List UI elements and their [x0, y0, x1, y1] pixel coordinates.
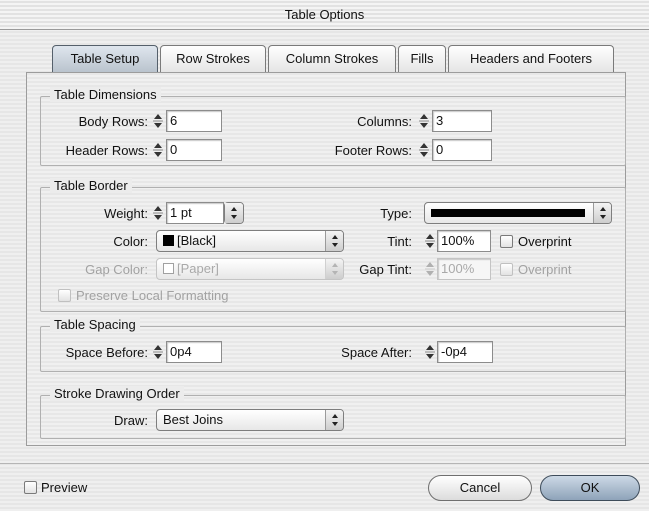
footer-rows-label: Footer Rows: — [334, 143, 412, 158]
tab-column-strokes[interactable]: Column Strokes — [268, 45, 396, 73]
gap-tint-label: Gap Tint: — [359, 262, 412, 277]
gap-color-label: Gap Color: — [85, 262, 148, 277]
dropdown-arrow-icon — [325, 410, 343, 430]
header-rows-label: Header Rows: — [65, 143, 148, 158]
color-dropdown[interactable]: [Black] — [156, 230, 344, 252]
table-dimensions-legend: Table Dimensions — [50, 87, 161, 102]
space-after-stepper[interactable] — [424, 342, 436, 362]
ok-button[interactable]: OK — [540, 475, 640, 501]
weight-dropdown[interactable] — [224, 202, 244, 224]
weight-stepper[interactable] — [152, 203, 164, 223]
weight-field[interactable]: 1 pt — [166, 202, 224, 224]
body-rows-label: Body Rows: — [78, 114, 148, 129]
weight-label: Weight: — [104, 206, 148, 221]
stepper-arrows-icon — [153, 114, 163, 128]
stepper-arrows-icon — [419, 114, 429, 128]
ok-button-label: OK — [580, 480, 600, 495]
stroke-drawing-order-legend: Stroke Drawing Order — [50, 386, 184, 401]
tint-label: Tint: — [387, 234, 412, 249]
tab-row-strokes[interactable]: Row Strokes — [160, 45, 266, 73]
stepper-arrows-icon — [425, 262, 435, 276]
space-before-field[interactable]: 0p4 — [166, 341, 222, 363]
body-rows-stepper[interactable] — [152, 111, 164, 131]
gap-tint-stepper[interactable] — [424, 259, 436, 279]
stepper-arrows-icon — [153, 206, 163, 220]
gap-color-value: [Paper] — [177, 261, 219, 276]
tint-field[interactable]: 100% — [437, 230, 491, 252]
tab-label: Fills — [410, 51, 434, 66]
dropdown-arrow-icon — [225, 203, 243, 223]
preserve-local-formatting-label: Preserve Local Formatting — [76, 288, 229, 303]
paper-swatch — [163, 263, 174, 274]
preview-label: Preview — [41, 480, 88, 495]
header-rows-stepper[interactable] — [152, 140, 164, 160]
header-rows-field[interactable]: 0 — [166, 139, 222, 161]
space-before-label: Space Before: — [65, 345, 148, 360]
draw-value: Best Joins — [163, 412, 223, 427]
window-title-bar: Table Options — [0, 0, 649, 30]
stepper-arrows-icon — [419, 143, 429, 157]
space-after-label: Space After: — [341, 345, 412, 360]
color-value: [Black] — [177, 233, 217, 248]
overprint-checkbox[interactable] — [500, 235, 513, 248]
body-rows-field[interactable]: 6 — [166, 110, 222, 132]
tint-stepper[interactable] — [424, 231, 436, 251]
stepper-arrows-icon — [153, 143, 163, 157]
table-border-legend: Table Border — [50, 178, 132, 193]
cancel-button[interactable]: Cancel — [428, 475, 532, 501]
draw-label: Draw: — [114, 413, 148, 428]
solid-stroke-swatch — [431, 209, 585, 217]
black-swatch — [163, 235, 174, 246]
preserve-local-formatting-checkbox[interactable] — [58, 289, 71, 302]
footer-rows-field[interactable]: 0 — [432, 139, 492, 161]
tab-label: Headers and Footers — [469, 51, 593, 66]
dropdown-arrow-icon — [593, 203, 611, 223]
footer-divider — [0, 463, 649, 464]
tab-label: Column Strokes — [285, 51, 379, 66]
stepper-arrows-icon — [425, 345, 435, 359]
columns-stepper[interactable] — [418, 111, 430, 131]
tab-label: Row Strokes — [176, 51, 250, 66]
tab-headers-and-footers[interactable]: Headers and Footers — [448, 45, 614, 73]
table-spacing-legend: Table Spacing — [50, 317, 140, 332]
tab-table-setup[interactable]: Table Setup — [52, 45, 158, 73]
footer-rows-stepper[interactable] — [418, 140, 430, 160]
preview-checkbox[interactable] — [24, 481, 37, 494]
gap-tint-field[interactable]: 100% — [437, 258, 491, 280]
draw-dropdown[interactable]: Best Joins — [156, 409, 344, 431]
space-before-stepper[interactable] — [152, 342, 164, 362]
gap-overprint-checkbox[interactable] — [500, 263, 513, 276]
dropdown-arrow-icon — [325, 231, 343, 251]
gap-overprint-label: Overprint — [518, 262, 572, 277]
tab-label: Table Setup — [70, 51, 140, 66]
space-after-field[interactable]: -0p4 — [437, 341, 493, 363]
type-label: Type: — [380, 206, 412, 221]
color-label: Color: — [113, 234, 148, 249]
window-title: Table Options — [284, 7, 365, 22]
cancel-button-label: Cancel — [459, 480, 501, 495]
type-dropdown[interactable] — [424, 202, 612, 224]
columns-label: Columns: — [357, 114, 412, 129]
tab-fills[interactable]: Fills — [398, 45, 446, 73]
columns-field[interactable]: 3 — [432, 110, 492, 132]
stepper-arrows-icon — [153, 345, 163, 359]
gap-color-dropdown[interactable]: [Paper] — [156, 258, 344, 280]
overprint-label: Overprint — [518, 234, 572, 249]
stepper-arrows-icon — [425, 234, 435, 248]
